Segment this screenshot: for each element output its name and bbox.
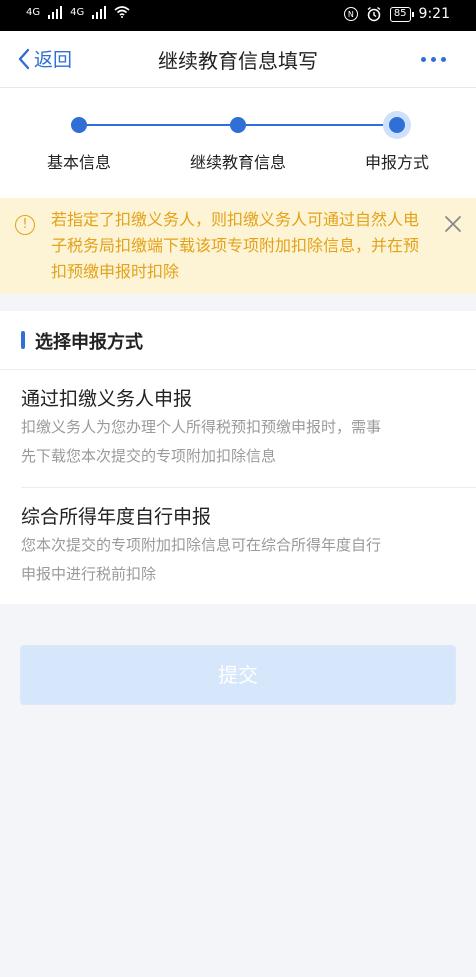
step-label-basic-info: 基本信息 [46,153,112,172]
signal-2-icon [92,5,107,19]
section-title: 选择申报方式 [35,332,143,353]
step-dot-1 [71,117,87,133]
nfc-icon: N [343,7,358,21]
more-dot-icon [431,57,436,62]
battery-indicator: 85 [389,6,414,22]
close-icon[interactable] [443,214,463,234]
warning-icon: ! [15,215,35,235]
more-menu-button[interactable] [421,57,446,62]
step-label-declaration-method: 申报方式 [364,153,430,172]
declaration-method-card: 选择申报方式 通过扣缴义务人申报 扣缴义务人为您办理个人所得税预扣预缴申报时，需… [0,311,476,604]
status-right: N 85 9:21 [343,6,450,22]
clock: 9:21 [418,6,450,22]
notice-banner: ! 若指定了扣缴义务人，则扣缴义务人可通过自然人电子税务局扣缴端下载该项专项附加… [0,198,476,294]
submit-button[interactable]: 提交 [20,645,456,705]
page-title: 继续教育信息填写 [158,49,318,73]
more-dot-icon [441,57,446,62]
step-dot-3-active [383,111,411,139]
divider [21,487,476,488]
divider [0,369,476,370]
signal-1-label: 4G [26,6,41,18]
step-label-education-info: 继续教育信息 [189,153,287,172]
option-title: 通过扣缴义务人申报 [21,388,193,410]
signal-2-label: 4G [70,6,85,18]
section-accent-bar [21,331,25,349]
wifi-icon [114,6,130,18]
progress-stepper: 基本信息 继续教育信息 申报方式 [0,88,476,198]
option-title: 综合所得年度自行申报 [21,506,212,528]
signal-1-icon [48,5,63,19]
status-left: 4G 4G [26,5,130,19]
more-dot-icon [421,57,426,62]
nav-bar: 返回 继续教育信息填写 [0,31,476,88]
step-dot-2 [230,117,246,133]
option-description: 扣缴义务人为您办理个人所得税预扣预缴申报时，需事先下载您本次提交的专项附加扣除信… [21,418,382,465]
status-bar: 4G 4G N 85 9:21 [0,0,476,31]
option-description: 您本次提交的专项附加扣除信息可在综合所得年度自行申报中进行税前扣除 [21,536,382,583]
alarm-icon [367,6,381,22]
notice-text: 若指定了扣缴义务人，则扣缴义务人可通过自然人电子税务局扣缴端下载该项专项附加扣除… [51,210,420,281]
